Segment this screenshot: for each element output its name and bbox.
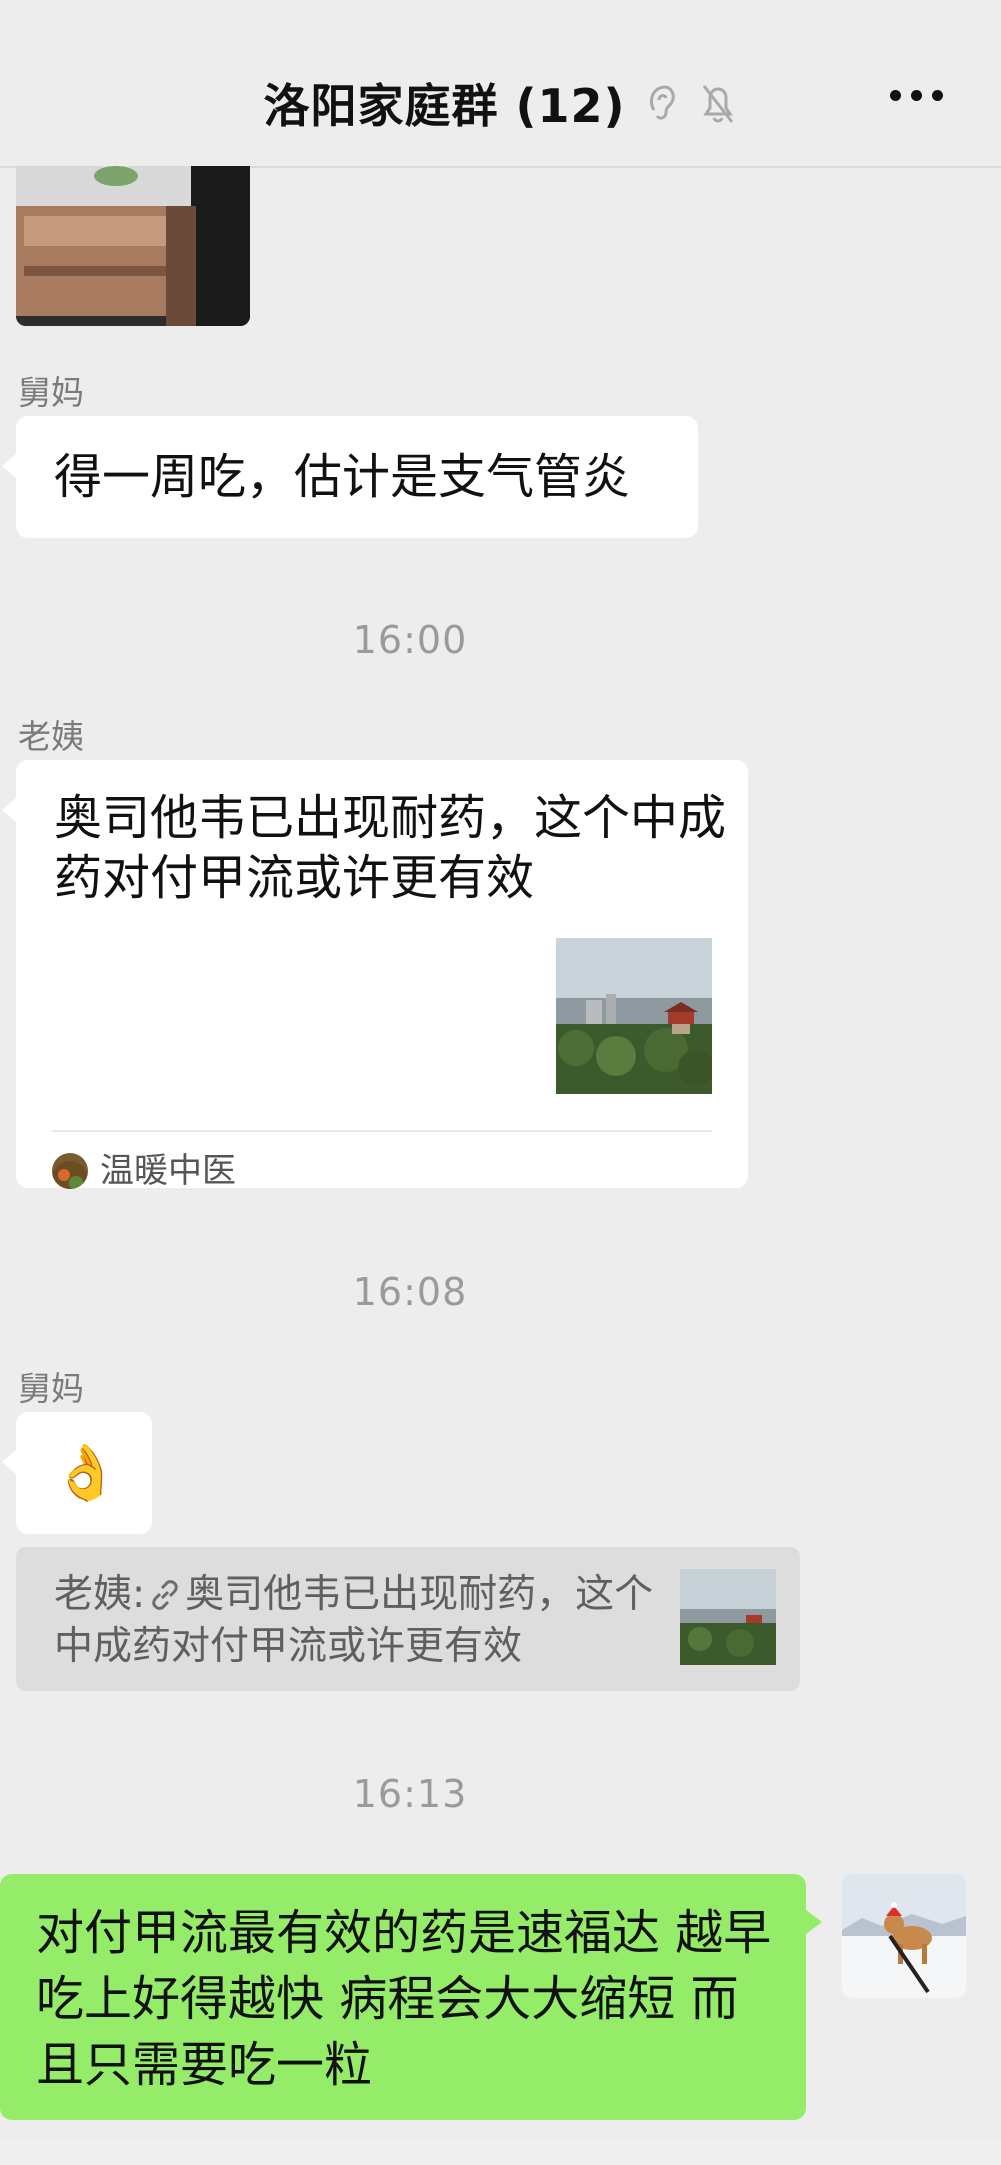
link-card-thumbnail — [556, 938, 712, 1094]
message-text: 得一周吃，估计是支气管炎 — [54, 449, 631, 505]
more-icon[interactable] — [890, 90, 943, 101]
timestamp: 16:08 — [352, 1270, 468, 1314]
image-message-photo — [16, 166, 250, 326]
timestamp: 16:00 — [352, 618, 468, 662]
link-card-divider — [52, 1130, 712, 1132]
source-logo — [52, 1153, 88, 1189]
quoted-thumbnail — [680, 1569, 776, 1665]
message-bubble[interactable]: 👌 — [2, 1412, 152, 1534]
chat-title: 洛阳家庭群 (12) — [263, 79, 626, 133]
chat-header: 洛阳家庭群 (12) — [0, 0, 1001, 168]
source-name: 温暖中医 — [100, 1151, 236, 1191]
message-text: 对付甲流最有效的药是速福达 越早吃上好得越快 病程会大大缩短 而且只需要吃一粒 — [36, 1905, 772, 2093]
chat-title-row[interactable]: 洛阳家庭群 (12) — [0, 70, 1001, 136]
own-message-bubble[interactable]: 对付甲流最有效的药是速福达 越早吃上好得越快 病程会大大缩短 而且只需要吃一粒 — [0, 1874, 822, 2120]
mute-bell-icon — [702, 85, 733, 123]
sender-name: 舅妈 — [18, 373, 84, 412]
image-message[interactable] — [16, 166, 250, 326]
quoted-message-text: 老姨: 奥司他韦已出现耐药，这个中成药对付甲流或许更有效 — [54, 1569, 674, 1673]
message-bubble[interactable]: 得一周吃，估计是支气管炎 — [2, 416, 698, 538]
sender-name: 老姨 — [18, 717, 84, 756]
link-card[interactable]: 奥司他韦已出现耐药，这个中成药对付甲流或许更有效 温暖中医 — [2, 760, 748, 1191]
quote-author: 老姨: — [54, 1572, 146, 1617]
ear-icon — [649, 85, 675, 120]
sender-name: 舅妈 — [18, 1369, 84, 1408]
bottom-edge — [0, 2140, 1001, 2165]
timestamp: 16:13 — [352, 1772, 468, 1816]
link-card-title: 奥司他韦已出现耐药，这个中成药对付甲流或许更有效 — [54, 790, 727, 906]
link-icon — [152, 1580, 178, 1610]
ok-hand-emoji: 👌 — [52, 1441, 120, 1504]
link-card-source: 温暖中医 — [52, 1138, 236, 1204]
avatar[interactable] — [842, 1874, 966, 1998]
quoted-message[interactable]: 老姨: 奥司他韦已出现耐药，这个中成药对付甲流或许更有效 — [16, 1547, 800, 1691]
